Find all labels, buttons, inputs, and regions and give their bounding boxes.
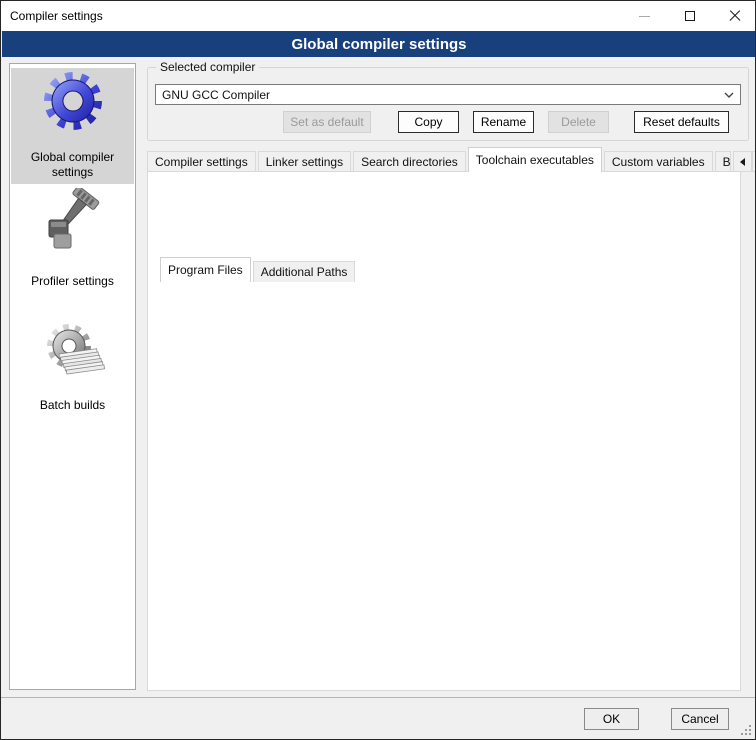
sidebar-item-batch-builds[interactable]: Batch builds — [11, 320, 134, 413]
tab-scroll-right-button[interactable] — [752, 151, 756, 172]
tab-build-options-truncated[interactable]: Build — [715, 151, 731, 172]
footer-divider — [1, 697, 756, 698]
close-icon — [729, 10, 741, 22]
tab-compiler-settings[interactable]: Compiler settings — [147, 151, 256, 172]
subtab-additional-paths[interactable]: Additional Paths — [253, 261, 356, 282]
tab-linker-settings[interactable]: Linker settings — [258, 151, 351, 172]
resize-grip[interactable] — [741, 725, 751, 735]
sidebar-item-label: Batch builds — [11, 398, 134, 413]
tab-custom-variables[interactable]: Custom variables — [604, 151, 713, 172]
delete-button: Delete — [548, 111, 609, 133]
close-button[interactable] — [712, 1, 756, 31]
chevron-down-icon — [724, 90, 734, 100]
gear-blue-icon — [11, 70, 134, 134]
titlebar[interactable]: Compiler settings — [1, 1, 755, 31]
caliper-icon — [11, 188, 134, 252]
tab-scroll-buttons — [733, 151, 756, 172]
selected-compiler-group-label: Selected compiler — [156, 60, 259, 74]
maximize-button[interactable] — [667, 1, 712, 31]
tab-toolchain-executables[interactable]: Toolchain executables — [468, 147, 602, 172]
tab-scroll-left-button[interactable] — [733, 151, 752, 172]
rename-button[interactable]: Rename — [473, 111, 534, 133]
compiler-select[interactable]: GNU GCC Compiler — [155, 84, 741, 105]
sidebar-item-global-compiler-settings[interactable]: Global compiler settings — [11, 68, 134, 184]
settings-tabstrip: Compiler settings Linker settings Search… — [147, 148, 749, 172]
compiler-select-value: GNU GCC Compiler — [162, 88, 724, 102]
maximize-icon — [685, 11, 695, 21]
ok-button[interactable]: OK — [584, 708, 639, 730]
tab-search-directories[interactable]: Search directories — [353, 151, 466, 172]
toolchain-executables-panel — [147, 171, 741, 691]
cancel-button[interactable]: Cancel — [671, 708, 729, 730]
sidebar-item-profiler-settings[interactable]: Profiler settings — [11, 188, 134, 289]
reset-defaults-button[interactable]: Reset defaults — [634, 111, 729, 133]
window-title: Compiler settings — [10, 9, 103, 23]
minimize-icon — [639, 16, 650, 17]
copy-button[interactable]: Copy — [398, 111, 459, 133]
subtab-program-files[interactable]: Program Files — [160, 257, 251, 282]
gear-stack-icon — [11, 320, 134, 384]
sidebar-item-label: Profiler settings — [11, 274, 134, 289]
sidebar-item-label: Global compiler settings — [11, 150, 134, 180]
minimize-button — [622, 1, 667, 31]
settings-category-list: Global compiler settings Profiler settin… — [9, 63, 136, 690]
compiler-settings-dialog: Compiler settings Global compiler settin… — [0, 0, 756, 740]
set-as-default-button: Set as default — [283, 111, 371, 133]
arrow-left-icon — [740, 158, 745, 166]
page-title: Global compiler settings — [2, 31, 756, 57]
paths-subtabstrip: Program Files Additional Paths — [160, 259, 357, 282]
